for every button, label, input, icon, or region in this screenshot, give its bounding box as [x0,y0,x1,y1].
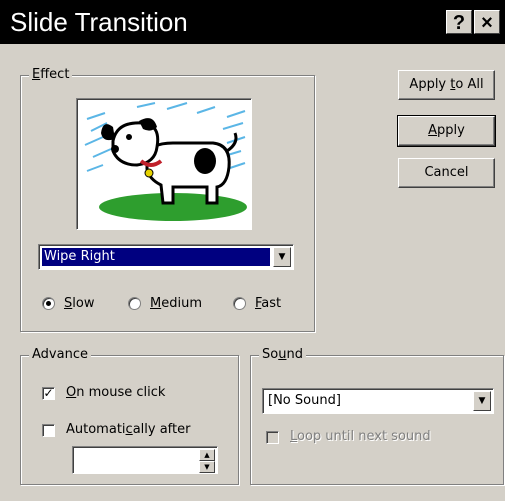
sound-select[interactable]: [No Sound] ▼ [262,388,494,414]
spin-up-icon[interactable]: ▲ [199,449,215,461]
on-mouse-click-label: On mouse click [66,385,166,400]
sound-group-label: Sound [259,347,306,363]
sound-group: Sound [250,347,504,485]
speed-medium-label: Medium [150,296,202,311]
advance-group-label: Advance [29,347,91,363]
loop-sound-checkbox[interactable] [266,431,279,444]
loop-sound-label: Loop until next sound [290,429,431,444]
transition-effect-value: Wipe Right [41,247,271,267]
close-button[interactable]: × [474,10,500,34]
advance-time-spinner[interactable]: ▲ ▼ [72,446,218,474]
sound-select-value: [No Sound] [268,393,341,408]
transition-preview [76,98,252,230]
title-bar: Slide Transition ? × [0,0,505,44]
transition-effect-select[interactable]: Wipe Right ▼ [38,244,294,270]
speed-fast-label: Fast [255,296,282,311]
speed-slow-label: Slow [64,296,95,311]
speed-slow-radio[interactable] [42,297,55,310]
chevron-down-icon[interactable]: ▼ [473,391,491,411]
chevron-down-icon[interactable]: ▼ [273,247,291,267]
speed-medium-radio[interactable] [128,297,141,310]
apply-button[interactable]: Apply [397,115,496,147]
spinner-buttons: ▲ ▼ [199,449,215,473]
dog-icon [84,102,247,221]
on-mouse-click-checkbox[interactable]: ✓ [42,387,55,400]
automatically-after-checkbox[interactable] [42,424,55,437]
automatically-after-label: Automatically after [66,422,191,437]
window-title: Slide Transition [10,7,188,37]
effect-group-label: Effect [29,67,73,83]
help-button[interactable]: ? [446,10,472,34]
apply-to-all-button[interactable]: Apply to All [398,70,495,100]
spin-down-icon[interactable]: ▼ [199,461,215,473]
cancel-button[interactable]: Cancel [398,158,495,188]
speed-fast-radio[interactable] [233,297,246,310]
